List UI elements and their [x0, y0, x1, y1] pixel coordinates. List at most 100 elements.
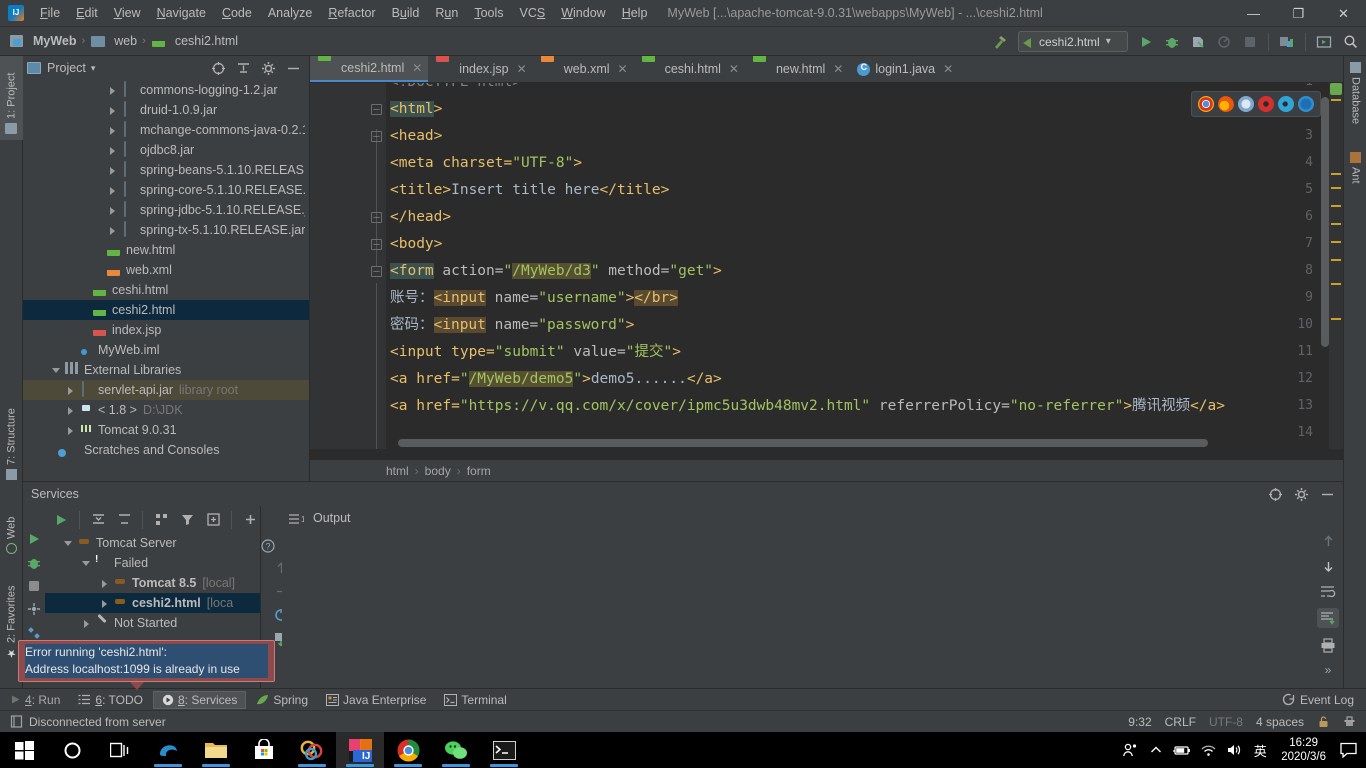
- profile-button[interactable]: [1212, 30, 1236, 54]
- lock-icon[interactable]: [1317, 715, 1330, 728]
- scroll-up-icon[interactable]: [1321, 534, 1336, 549]
- menu-view[interactable]: View: [106, 2, 149, 24]
- code-fold-marker[interactable]: ─: [371, 239, 382, 250]
- chevron-right-icon[interactable]: [107, 225, 118, 236]
- sidebar-item-database[interactable]: Database: [1344, 56, 1366, 138]
- menu-vcs[interactable]: VCS: [512, 2, 554, 24]
- file-explorer-taskbar-item[interactable]: [192, 732, 240, 768]
- help-icon[interactable]: ?: [261, 539, 275, 553]
- breadcrumb-form[interactable]: form: [467, 464, 491, 478]
- close-icon[interactable]: ✕: [412, 61, 422, 75]
- chevron-right-icon[interactable]: [107, 185, 118, 196]
- code-line[interactable]: <a href="https://v.qq.com/x/cover/ipmc5u…: [390, 393, 1225, 420]
- filter-icon[interactable]: [175, 508, 199, 532]
- chevron-down-icon[interactable]: ▾: [91, 63, 96, 74]
- code-fold-marker[interactable]: ─: [371, 212, 382, 223]
- code-line[interactable]: <form action="/MyWeb/d3" method="get">: [390, 258, 722, 285]
- project-tree-item[interactable]: Tomcat 9.0.31: [23, 420, 309, 440]
- services-tree-item[interactable]: Not Started: [45, 613, 260, 633]
- gear-icon[interactable]: [1289, 482, 1313, 506]
- rerun-service-icon[interactable]: [27, 602, 41, 616]
- code-line[interactable]: </head>: [390, 204, 451, 231]
- toolwindow-spring[interactable]: Spring: [248, 691, 316, 709]
- code-line[interactable]: <body>: [390, 231, 442, 258]
- debug-service-icon[interactable]: [27, 556, 41, 570]
- ime-language-icon[interactable]: 英: [1247, 732, 1273, 768]
- chevron-right-icon[interactable]: [65, 385, 76, 396]
- firefox-icon[interactable]: [1218, 96, 1234, 112]
- action-center-button[interactable]: [1334, 732, 1362, 768]
- menu-build[interactable]: Build: [384, 2, 428, 24]
- chevron-down-icon[interactable]: ▾: [1106, 36, 1111, 47]
- scroll-to-end-icon[interactable]: [1317, 608, 1339, 628]
- project-tree-item[interactable]: Scratches and Consoles: [23, 440, 309, 460]
- code-line[interactable]: 密码：<input name="password">: [390, 312, 634, 339]
- project-tree-item[interactable]: servlet-api.jarlibrary root: [23, 380, 309, 400]
- taskbar-clock[interactable]: 16:29 2020/3/6: [1273, 732, 1334, 768]
- build-hammer-icon[interactable]: [988, 30, 1012, 54]
- tab-ceshi2-html[interactable]: ceshi2.html ✕: [310, 56, 428, 82]
- close-icon[interactable]: ✕: [517, 62, 527, 76]
- code-fold-marker[interactable]: ─: [371, 104, 382, 115]
- chevron-right-icon[interactable]: [65, 405, 76, 416]
- debug-button[interactable]: [1160, 30, 1184, 54]
- code-line[interactable]: <!DOCTYPE html>: [390, 83, 521, 96]
- indent-setting[interactable]: 4 spaces: [1256, 715, 1304, 729]
- project-tree-item[interactable]: spring-tx-5.1.10.RELEASE.jar: [23, 220, 309, 240]
- open-in-browser-icon[interactable]: [1312, 30, 1336, 54]
- line-separator[interactable]: CRLF: [1165, 715, 1196, 729]
- intellij-taskbar-item[interactable]: IJ: [336, 732, 384, 768]
- tab-index-jsp[interactable]: index.jsp ✕: [428, 56, 532, 82]
- project-tree-item[interactable]: druid-1.0.9.jar: [23, 100, 309, 120]
- close-icon[interactable]: ✕: [618, 62, 628, 76]
- edge-taskbar-item[interactable]: [144, 732, 192, 768]
- group-by-icon[interactable]: [149, 508, 173, 532]
- project-tree[interactable]: commons-logging-1.2.jardruid-1.0.9.jarmc…: [23, 80, 309, 481]
- search-everywhere-icon[interactable]: [1338, 30, 1362, 54]
- code-line[interactable]: <head>: [390, 123, 442, 150]
- chevron-right-icon[interactable]: [107, 205, 118, 216]
- project-tree-item[interactable]: index.jsp: [23, 320, 309, 340]
- close-icon[interactable]: ✕: [833, 62, 843, 76]
- menu-tools[interactable]: Tools: [466, 2, 511, 24]
- code-line[interactable]: 账号：<input name="username"></br>: [390, 285, 678, 312]
- edge-legacy-icon[interactable]: [1278, 96, 1294, 112]
- chevron-right-icon[interactable]: [107, 165, 118, 176]
- toolwindow-todo[interactable]: 6: TODO: [70, 691, 151, 709]
- run-service-icon[interactable]: [27, 532, 41, 546]
- collapse-all-icon[interactable]: [231, 56, 255, 80]
- collapse-all-icon[interactable]: [112, 508, 136, 532]
- file-encoding[interactable]: UTF-8: [1209, 715, 1243, 729]
- menu-refactor[interactable]: Refactor: [320, 2, 383, 24]
- chevron-right-icon[interactable]: [107, 105, 118, 116]
- opera-icon[interactable]: [1258, 96, 1274, 112]
- toolwindow-terminal[interactable]: Terminal: [436, 691, 514, 709]
- project-tree-item[interactable]: new.html: [23, 240, 309, 260]
- hector-icon[interactable]: [1343, 715, 1356, 728]
- chevron-right-icon[interactable]: [107, 125, 118, 136]
- project-tree-item[interactable]: ceshi2.html: [23, 300, 309, 320]
- code-fold-marker[interactable]: ─: [371, 266, 382, 277]
- project-tree-item[interactable]: commons-logging-1.2.jar: [23, 80, 309, 100]
- tab-web-xml[interactable]: web.xml ✕: [533, 56, 634, 82]
- event-log-button[interactable]: Event Log: [1300, 693, 1354, 707]
- project-tree-item[interactable]: spring-beans-5.1.10.RELEASE.ja: [23, 160, 309, 180]
- add-service-icon[interactable]: [238, 508, 262, 532]
- soft-wrap-icon[interactable]: [1320, 584, 1336, 598]
- stop-button[interactable]: [1238, 30, 1262, 54]
- services-tree-item[interactable]: ceshi2.html[loca: [45, 593, 260, 613]
- command-prompt-taskbar-item[interactable]: [480, 732, 528, 768]
- menu-code[interactable]: Code: [214, 2, 260, 24]
- wechat-taskbar-item[interactable]: [432, 732, 480, 768]
- menu-analyze[interactable]: Analyze: [260, 2, 320, 24]
- tab-login1-java[interactable]: login1.java ✕: [849, 56, 959, 82]
- hide-panel-icon[interactable]: [1315, 482, 1339, 506]
- sidebar-item-ant[interactable]: Ant: [1344, 146, 1366, 198]
- services-tree-item[interactable]: Tomcat Server: [45, 533, 260, 553]
- close-button[interactable]: ✕: [1321, 0, 1366, 27]
- editor-horizontal-scrollbar[interactable]: [398, 439, 1208, 447]
- close-icon[interactable]: ✕: [943, 62, 953, 76]
- chrome-icon[interactable]: [1198, 96, 1214, 112]
- chevron-right-icon[interactable]: [107, 85, 118, 96]
- chrome-taskbar-item[interactable]: [384, 732, 432, 768]
